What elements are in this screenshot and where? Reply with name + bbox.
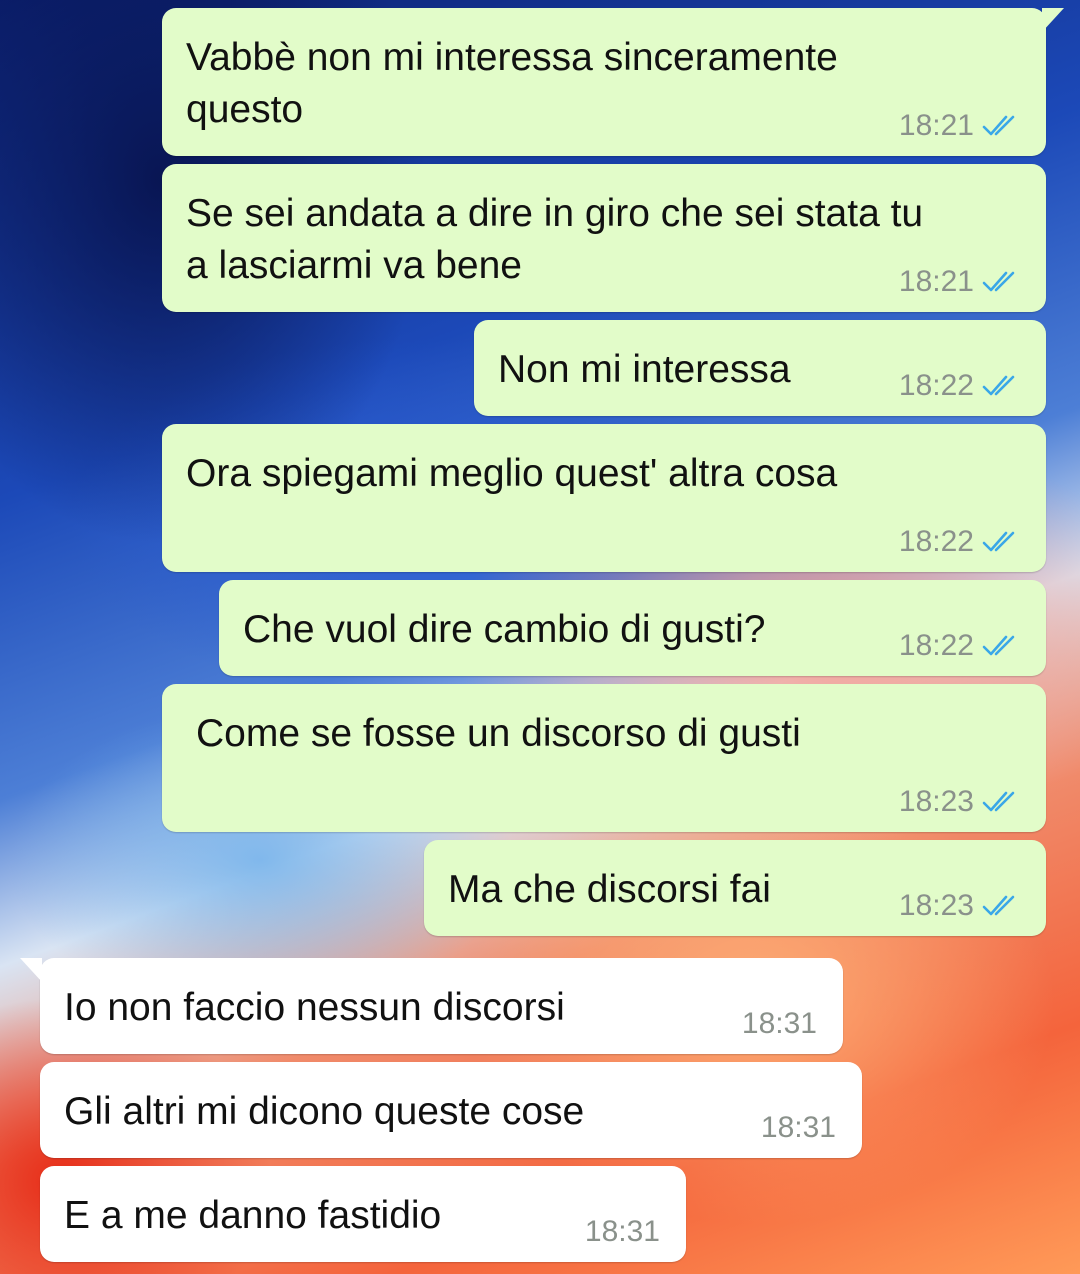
message-time: 18:21 (898, 109, 974, 142)
message-meta: 18:31 (585, 1214, 660, 1250)
message-text: Vabbè non mi interessa sinceramente ques… (186, 36, 838, 131)
read-double-check-icon (982, 531, 1015, 552)
message-time: 18:21 (898, 265, 974, 298)
message-meta: 18:31 (742, 1006, 817, 1042)
read-double-check-icon (982, 271, 1015, 292)
read-double-check-icon (982, 115, 1015, 136)
read-double-check-icon (982, 895, 1015, 916)
message-text: Non mi interessa (498, 348, 791, 391)
message-time: 18:22 (898, 525, 974, 558)
message-meta: 18:22 (899, 524, 1022, 560)
message-meta: 18:23 (899, 888, 1022, 924)
message-time: 18:31 (760, 1111, 836, 1144)
read-double-check-icon (982, 635, 1015, 656)
read-double-check-icon (982, 375, 1015, 396)
message-bubble-outgoing[interactable]: Non mi interessa 18:22 (474, 320, 1046, 416)
message-meta: 18:22 (899, 368, 1022, 404)
message-bubble-incoming[interactable]: Gli altri mi dicono queste cose 18:31 (40, 1062, 862, 1158)
message-meta: 18:31 (761, 1110, 836, 1146)
message-text: Io non faccio nessun discorsi (64, 986, 565, 1029)
message-text: Gli altri mi dicono queste cose (64, 1090, 585, 1133)
message-text: Se sei andata a dire in giro che sei sta… (186, 192, 924, 287)
message-bubble-outgoing[interactable]: Ora spiegami meglio quest' altra cosa 18… (162, 424, 1046, 572)
message-text: Che vuol dire cambio di gusti? (243, 608, 766, 651)
message-time: 18:31 (584, 1215, 660, 1248)
message-text: Ma che discorsi fai (448, 868, 771, 911)
message-bubble-outgoing[interactable]: Se sei andata a dire in giro che sei sta… (162, 164, 1046, 312)
bubble-tail (20, 958, 42, 982)
message-bubble-outgoing[interactable]: Ma che discorsi fai 18:23 (424, 840, 1046, 936)
message-meta: 18:23 (899, 784, 1022, 820)
message-text: Come se fosse un discorso di gusti (196, 712, 801, 755)
read-double-check-icon (982, 791, 1015, 812)
message-text: Ora spiegami meglio quest' altra cosa (186, 452, 838, 495)
message-text: E a me danno fastidio (64, 1194, 442, 1237)
message-time: 18:31 (741, 1007, 817, 1040)
message-bubble-outgoing[interactable]: Che vuol dire cambio di gusti? 18:22 (219, 580, 1046, 676)
message-bubble-outgoing[interactable]: Come se fosse un discorso di gusti 18:23 (162, 684, 1046, 832)
message-time: 18:23 (898, 889, 974, 922)
bubble-tail (1042, 8, 1064, 32)
message-time: 18:22 (898, 369, 974, 402)
message-bubble-outgoing[interactable]: Vabbè non mi interessa sinceramente ques… (162, 8, 1064, 156)
message-time: 18:23 (898, 785, 974, 818)
message-meta: 18:21 (899, 108, 1022, 144)
message-meta: 18:22 (899, 628, 1022, 664)
message-time: 18:22 (898, 629, 974, 662)
message-bubble-incoming[interactable]: Io non faccio nessun discorsi 18:31 (20, 958, 843, 1054)
message-meta: 18:21 (899, 264, 1022, 300)
message-bubble-incoming[interactable]: E a me danno fastidio 18:31 (40, 1166, 686, 1262)
